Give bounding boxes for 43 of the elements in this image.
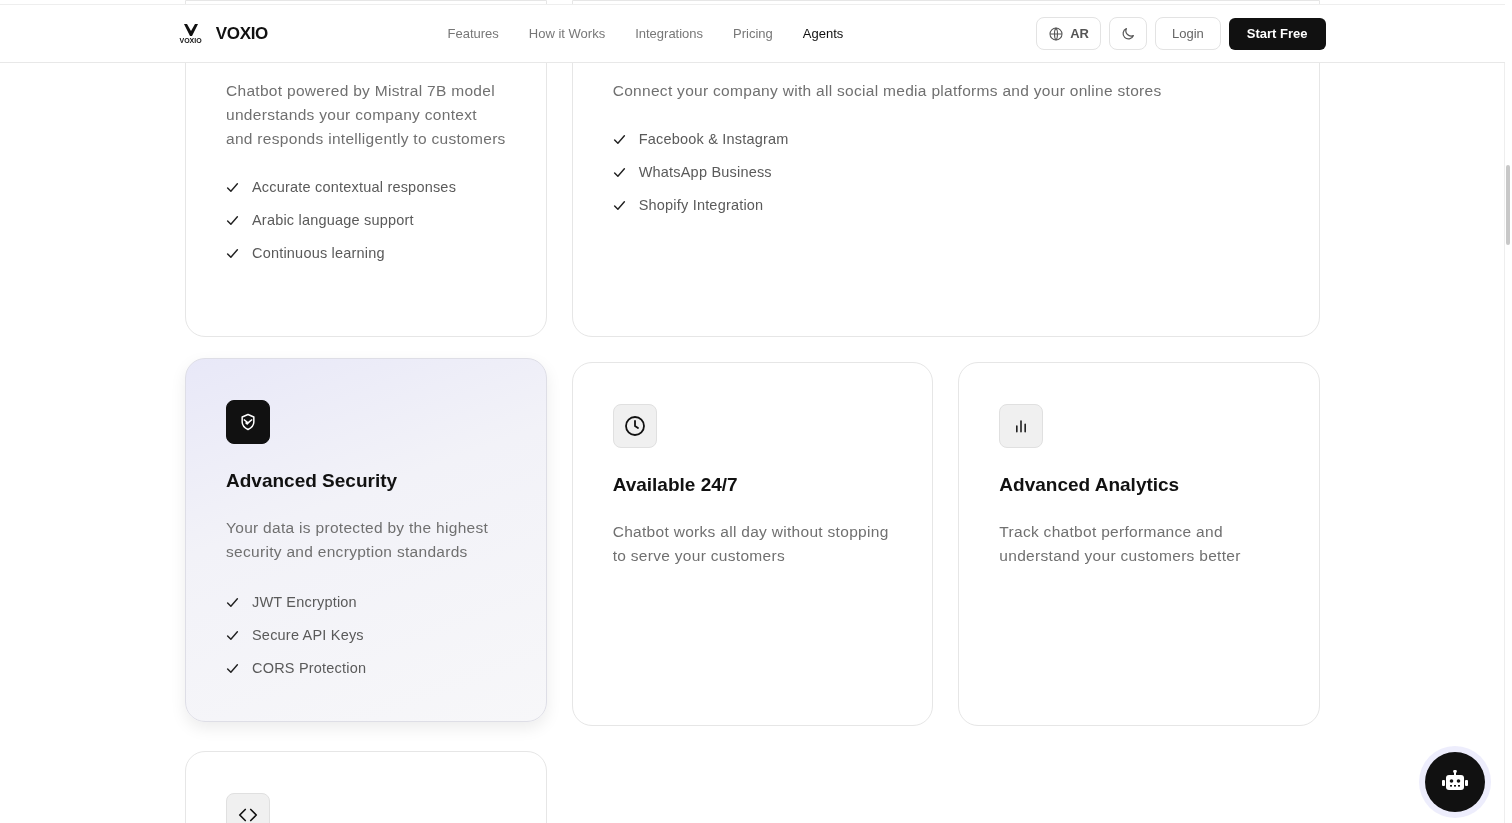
check-icon: [226, 180, 239, 194]
language-button[interactable]: AR: [1036, 17, 1101, 50]
chatbot-button[interactable]: [1425, 752, 1485, 812]
nav-link[interactable]: Pricing: [733, 26, 773, 41]
feature-point: Arabic language support: [252, 212, 414, 228]
feature-point: Shopify Integration: [638, 197, 764, 213]
check-icon: [226, 213, 239, 227]
nav-link[interactable]: Agents: [802, 26, 844, 41]
card-title: Advanced Security: [226, 469, 399, 493]
nav-link[interactable]: Features: [447, 26, 499, 41]
card-title: Advanced Analytics: [999, 473, 1181, 497]
feature-point: Accurate contextual responses: [252, 179, 457, 195]
globe-icon: [1048, 25, 1065, 42]
clock-icon: [612, 404, 657, 448]
nav-link[interactable]: How it Works: [528, 26, 606, 41]
card-description: Your data is protected by the highest security and encryption standards: [226, 518, 490, 562]
scrollbar-thumb[interactable]: [1506, 165, 1510, 245]
login-button[interactable]: Login: [1155, 17, 1221, 50]
check-icon: [612, 165, 626, 179]
card-description: Chatbot powered by Mistral 7B model understands your company context and responds intelligently to customers: [226, 81, 506, 149]
shield-icon: [226, 400, 270, 444]
check-icon: [226, 595, 239, 609]
check-icon: [226, 246, 239, 260]
feature-point: Facebook & Instagram: [638, 131, 789, 147]
feature-point: Continuous learning: [252, 245, 385, 261]
check-icon: [226, 661, 239, 675]
feature-point: CORS Protection: [252, 660, 367, 676]
theme-toggle-button[interactable]: [1109, 17, 1147, 50]
brand-name[interactable]: VOXIO: [215, 23, 269, 44]
card-description: Track chatbot performance and understand your customers better: [999, 522, 1242, 566]
check-icon: [612, 132, 626, 146]
check-icon: [612, 198, 626, 212]
moon-icon: [1120, 25, 1136, 42]
check-icon: [226, 628, 239, 642]
feature-point: WhatsApp Business: [638, 164, 772, 180]
card-title: Available 24/7: [612, 473, 739, 497]
card-description: Chatbot works all day without stopping to serve your customers: [612, 522, 890, 566]
start-free-button[interactable]: Start Free: [1228, 17, 1326, 50]
bar-chart-icon: [999, 404, 1044, 448]
card-description: Connect your company with all social media platforms and your online stores: [612, 81, 1163, 101]
feature-point: Secure API Keys: [252, 627, 364, 643]
feature-point: JWT Encryption: [252, 594, 357, 610]
nav-link[interactable]: Integrations: [635, 26, 704, 41]
